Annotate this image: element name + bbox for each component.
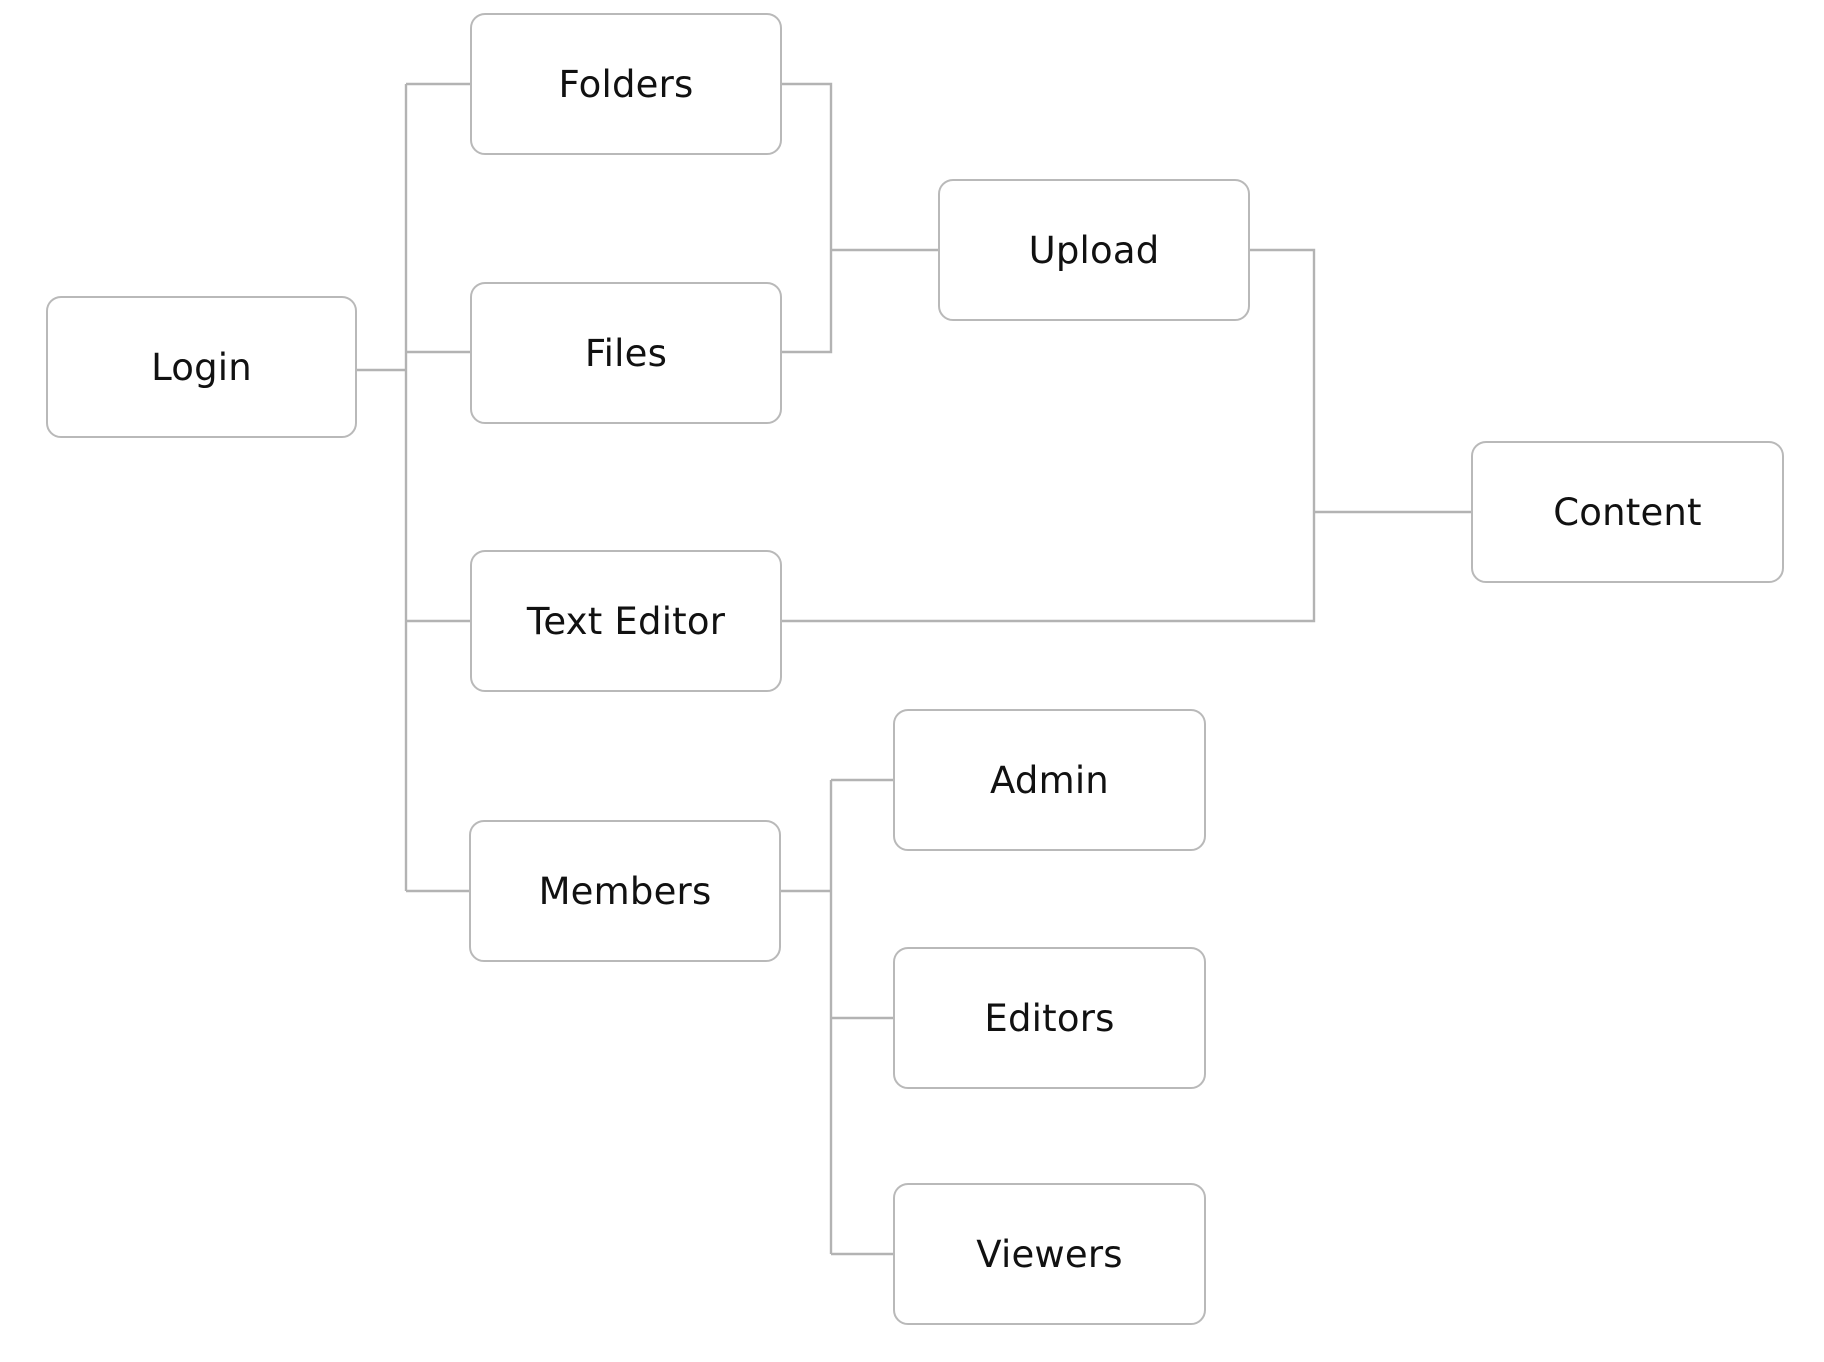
node-admin-label: Admin [990,758,1109,802]
node-viewers-label: Viewers [976,1232,1123,1276]
node-admin[interactable]: Admin [893,709,1206,851]
sitemap-connectors [356,82,1472,1256]
node-files[interactable]: Files [470,282,782,424]
node-upload[interactable]: Upload [938,179,1250,321]
node-members[interactable]: Members [469,820,781,962]
node-text-editor[interactable]: Text Editor [470,550,782,692]
node-members-label: Members [538,869,712,913]
node-files-label: Files [584,331,668,375]
node-login-label: Login [151,345,252,389]
node-login[interactable]: Login [46,296,357,438]
node-folders-label: Folders [558,62,694,106]
node-folders[interactable]: Folders [470,13,782,155]
connector-folders-upload [782,82,833,354]
node-upload-label: Upload [1028,228,1160,272]
node-content-label: Content [1553,490,1702,534]
node-editors-label: Editors [984,996,1115,1040]
node-editors[interactable]: Editors [893,947,1206,1089]
node-content[interactable]: Content [1471,441,1784,583]
node-text-editor-label: Text Editor [526,599,726,643]
node-viewers[interactable]: Viewers [893,1183,1206,1325]
